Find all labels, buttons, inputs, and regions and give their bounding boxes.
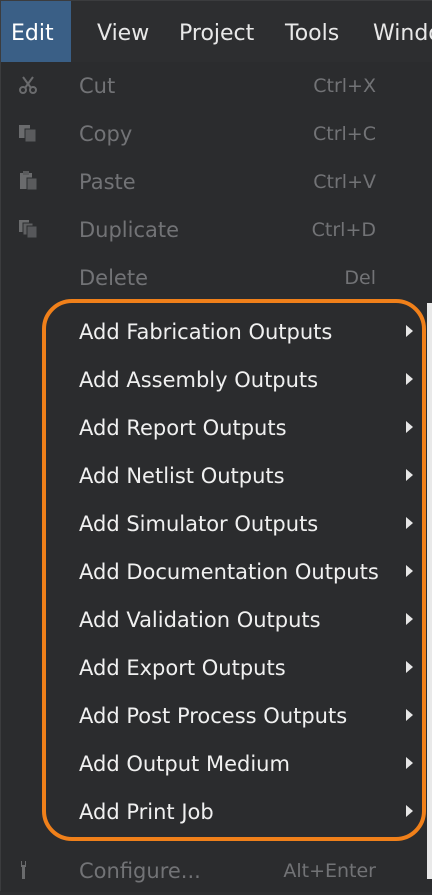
scissors-icon (15, 72, 41, 98)
menu-item-add-report-outputs[interactable]: Add Report Outputs (1, 404, 432, 452)
submenu-arrow-icon (406, 373, 413, 385)
menu-item-add-export-outputs[interactable]: Add Export Outputs (1, 644, 432, 692)
submenu-arrow-icon (406, 709, 413, 721)
menu-item-copy[interactable]: Copy Ctrl+C (1, 110, 432, 158)
menu-item-label: Copy (79, 122, 133, 146)
copy-icon (15, 120, 41, 146)
menu-item-label: Configure... (79, 859, 201, 883)
menu-item-shortcut: Ctrl+X (313, 75, 376, 97)
menu-bar: Edit View Project Tools Windo (1, 1, 432, 62)
menu-item-add-documentation-outputs[interactable]: Add Documentation Outputs (1, 548, 432, 596)
menu-item-add-output-medium[interactable]: Add Output Medium (1, 740, 432, 788)
menu-item-label: Add Fabrication Outputs (79, 320, 333, 344)
menubar-edit[interactable]: Edit (1, 1, 71, 62)
submenu-arrow-icon (406, 565, 413, 577)
menu-item-cut[interactable]: Cut Ctrl+X (1, 62, 432, 110)
menubar-window[interactable]: Windo (363, 1, 432, 62)
menubar-tools[interactable]: Tools (275, 1, 349, 62)
submenu-arrow-icon (406, 661, 413, 673)
duplicate-icon (15, 216, 41, 242)
menu-item-add-fabrication-outputs[interactable]: Add Fabrication Outputs (1, 308, 432, 356)
menu-item-label: Delete (79, 266, 148, 290)
menu-item-add-assembly-outputs[interactable]: Add Assembly Outputs (1, 356, 432, 404)
menu-item-add-validation-outputs[interactable]: Add Validation Outputs (1, 596, 432, 644)
submenu-arrow-icon (406, 805, 413, 817)
menu-item-shortcut: Ctrl+V (313, 171, 376, 193)
paste-icon (15, 168, 41, 194)
menu-item-duplicate[interactable]: Duplicate Ctrl+D (1, 206, 432, 254)
menubar-view[interactable]: View (87, 1, 159, 62)
menu-item-configure[interactable]: Configure... Alt+Enter (1, 847, 432, 895)
menu-item-delete[interactable]: Delete Del (1, 254, 432, 302)
menu-item-add-print-job[interactable]: Add Print Job (1, 788, 432, 836)
menu-item-label: Add Post Process Outputs (79, 704, 348, 728)
menu-item-label: Add Export Outputs (79, 656, 286, 680)
menu-item-label: Paste (79, 170, 136, 194)
menu-item-label: Add Output Medium (79, 752, 290, 776)
wrench-icon (15, 857, 41, 883)
menu-item-label: Add Assembly Outputs (79, 368, 319, 392)
application-window: Edit View Project Tools Windo Cut Ctrl+X… (0, 0, 432, 892)
menu-item-add-netlist-outputs[interactable]: Add Netlist Outputs (1, 452, 432, 500)
submenu-arrow-icon (406, 757, 413, 769)
edit-dropdown-menu: Cut Ctrl+X Copy Ctrl+C Paste Ctrl+V Dupl… (1, 62, 432, 892)
submenu-arrow-icon (406, 469, 413, 481)
menu-item-label: Add Simulator Outputs (79, 512, 319, 536)
menu-item-label: Cut (79, 74, 116, 98)
menu-item-shortcut: Alt+Enter (283, 860, 376, 882)
submenu-arrow-icon (406, 421, 413, 433)
menu-item-add-post-process-outputs[interactable]: Add Post Process Outputs (1, 692, 432, 740)
submenu-arrow-icon (406, 325, 413, 337)
menu-item-shortcut: Ctrl+C (313, 123, 376, 145)
menu-item-label: Add Report Outputs (79, 416, 287, 440)
menu-item-label: Add Validation Outputs (79, 608, 321, 632)
submenu-arrow-icon (406, 613, 413, 625)
menu-item-label: Add Print Job (79, 800, 214, 824)
menu-item-label: Add Netlist Outputs (79, 464, 285, 488)
menu-item-add-simulator-outputs[interactable]: Add Simulator Outputs (1, 500, 432, 548)
submenu-arrow-icon (406, 517, 413, 529)
menubar-project[interactable]: Project (169, 1, 264, 62)
menu-item-shortcut: Del (344, 267, 376, 289)
menu-item-label: Add Documentation Outputs (79, 560, 379, 584)
menu-item-paste[interactable]: Paste Ctrl+V (1, 158, 432, 206)
menu-item-label: Duplicate (79, 218, 180, 242)
menu-item-shortcut: Ctrl+D (311, 219, 376, 241)
